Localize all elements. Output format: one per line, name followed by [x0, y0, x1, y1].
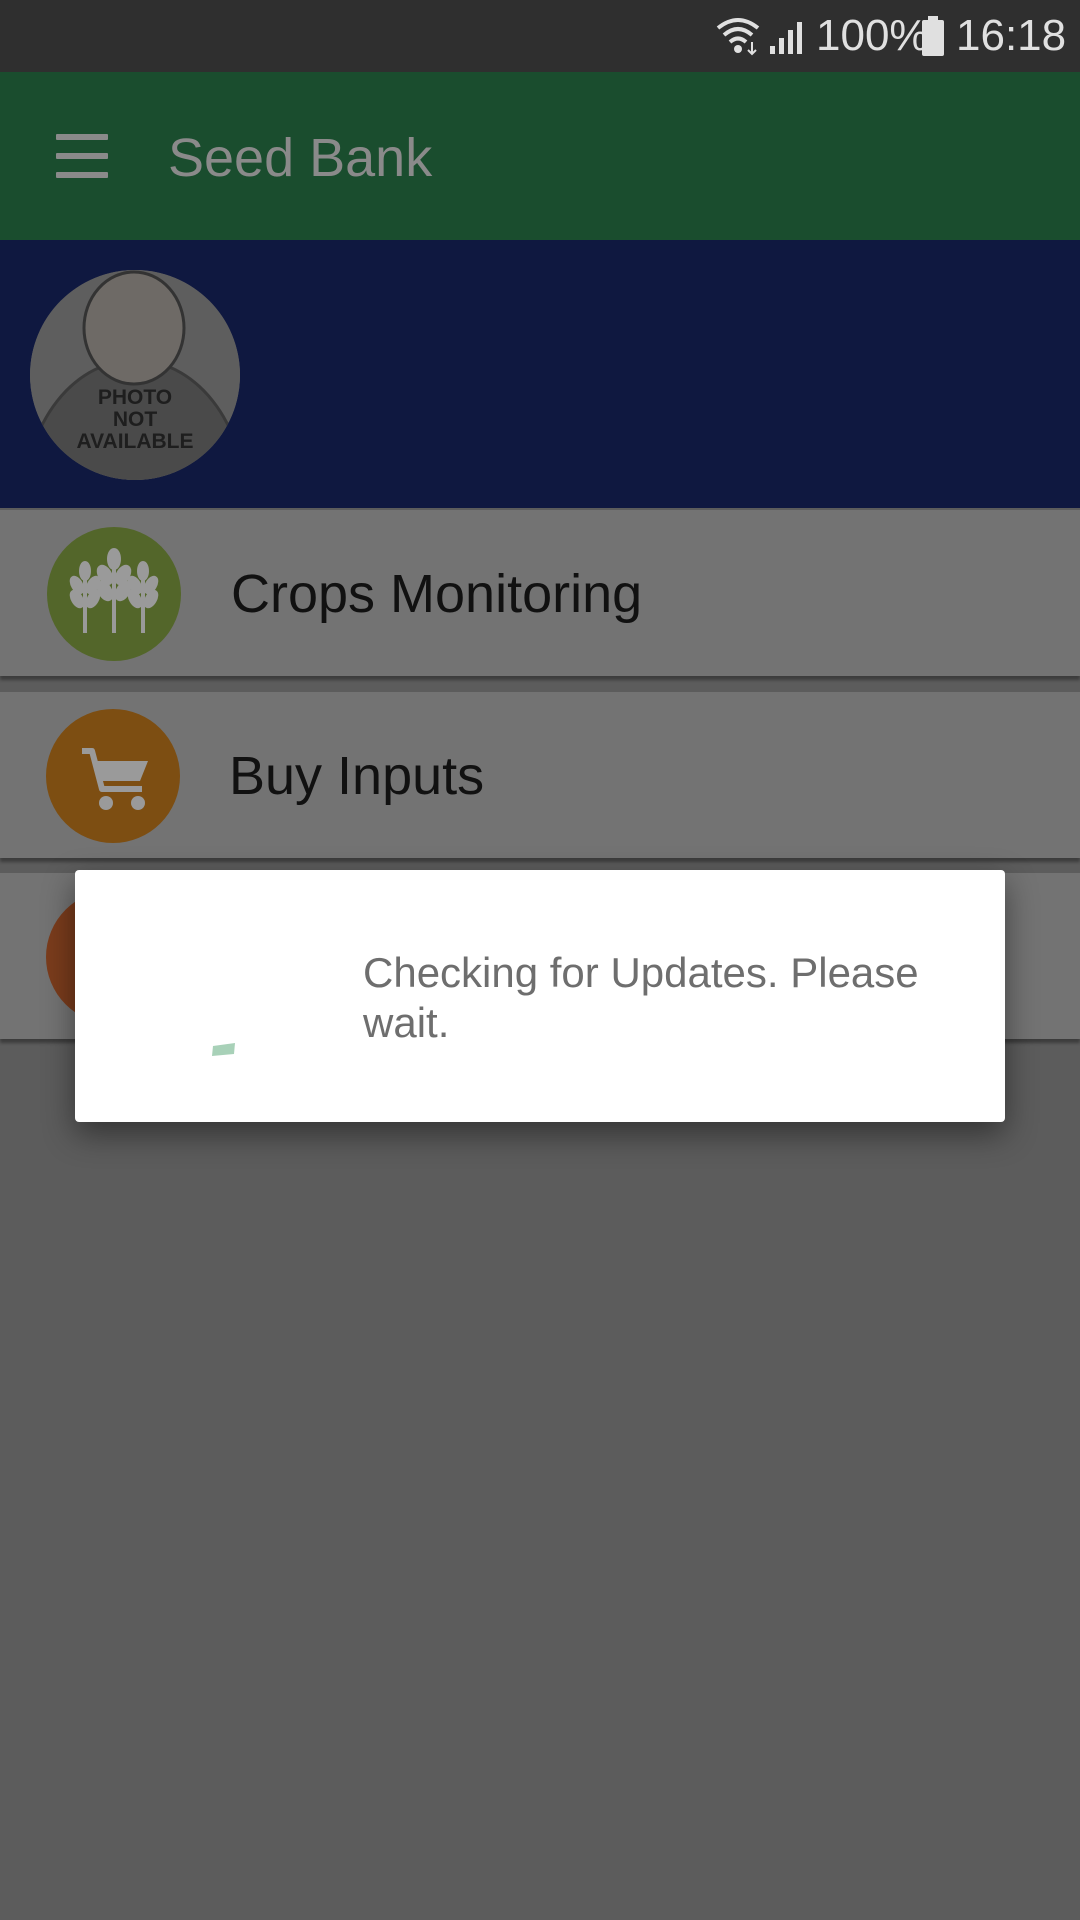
menu-item-buy-inputs[interactable]: Buy Inputs — [0, 692, 1080, 858]
battery-icon — [920, 16, 946, 61]
hamburger-menu-icon[interactable] — [50, 126, 114, 186]
profile-header: PHOTO NOT AVAILABLE — [0, 240, 1080, 508]
status-bar: 100% 16:18 — [0, 0, 1080, 72]
cart-icon — [46, 709, 180, 843]
svg-text:NOT: NOT — [113, 408, 158, 431]
svg-text:AVAILABLE: AVAILABLE — [76, 430, 193, 453]
battery-percentage: 100% — [816, 11, 929, 60]
loading-spinner-icon — [211, 1042, 237, 1063]
app-title: Seed Bank — [168, 128, 433, 188]
app-bar: Seed Bank — [0, 72, 1080, 240]
svg-text:PHOTO: PHOTO — [98, 386, 172, 409]
menu-item-label: Buy Inputs — [229, 746, 485, 806]
status-clock: 16:18 — [956, 11, 1067, 60]
dialog-message: Checking for Updates. Please wait. — [363, 949, 919, 1046]
avatar[interactable]: PHOTO NOT AVAILABLE — [30, 270, 240, 480]
menu-item-label: Crops Monitoring — [231, 564, 643, 624]
wifi-icon — [714, 16, 762, 61]
menu-item-crops-monitoring[interactable]: Crops Monitoring — [0, 510, 1080, 676]
signal-icon — [768, 18, 806, 61]
wheat-icon — [47, 527, 181, 661]
photo-not-available-placeholder: PHOTO NOT AVAILABLE — [30, 270, 240, 480]
progress-dialog: Checking for Updates. Please wait. — [75, 870, 1005, 1122]
